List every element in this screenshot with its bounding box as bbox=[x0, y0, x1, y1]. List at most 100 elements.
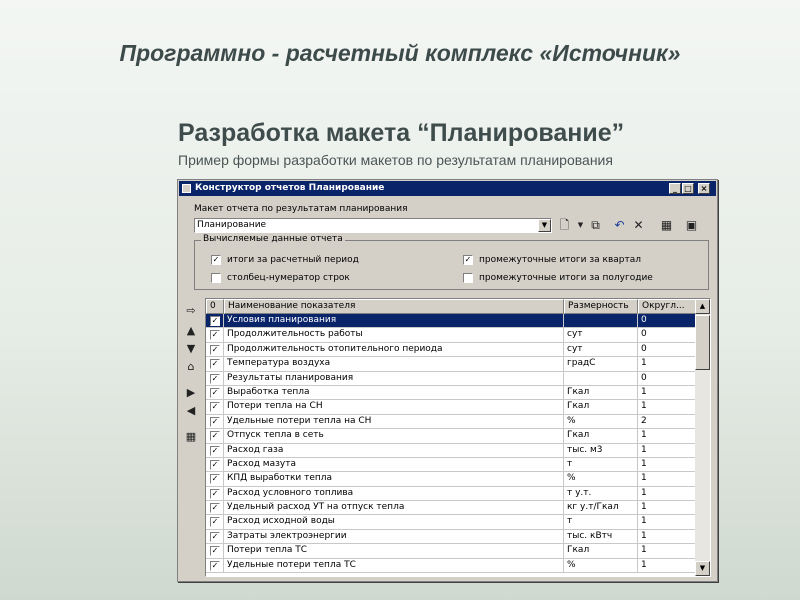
option-label-3: промежуточные итоги за полугодие bbox=[479, 273, 653, 283]
row-checkbox[interactable]: ✓ bbox=[210, 387, 220, 398]
row-check-cell: ✓ bbox=[206, 342, 224, 357]
row-checkbox[interactable]: ✓ bbox=[210, 531, 220, 542]
row-round: 1 bbox=[641, 516, 647, 527]
arrow-left-icon[interactable]: ◀ bbox=[184, 404, 198, 418]
minimize-button[interactable]: _ bbox=[669, 183, 681, 194]
table-row[interactable]: ✓ КПД выработки тепла% 1 bbox=[206, 472, 696, 487]
table-row[interactable]: ✓ Расход газа тыс. м3 1 bbox=[206, 443, 696, 458]
copy-icon[interactable]: ⧉ bbox=[587, 217, 604, 234]
table-row[interactable]: ✓ Потери тепла ТС Гкал 1 bbox=[206, 544, 696, 559]
table-row[interactable]: ✓ Результаты планирования 0 bbox=[206, 371, 696, 386]
row-checkbox[interactable]: ✓ bbox=[210, 402, 220, 413]
column-header-round[interactable]: Округл... bbox=[638, 299, 696, 314]
close-button[interactable]: × bbox=[698, 183, 710, 194]
row-unit: Гкал bbox=[564, 400, 638, 415]
option-label-1: столбец-нумератор строк bbox=[227, 273, 350, 283]
row-check-cell: ✓ bbox=[206, 486, 224, 501]
arrow-down-icon[interactable]: ▼ bbox=[184, 342, 198, 356]
row-checkbox[interactable]: ✓ bbox=[210, 344, 220, 355]
table-row[interactable]: ✓ Потери тепла на СН Гкал 1 bbox=[206, 400, 696, 415]
row-round: 0 bbox=[641, 315, 647, 325]
row-checkbox[interactable]: ✓ bbox=[210, 503, 220, 514]
table-row[interactable]: ✓ Отпуск тепла в сеть Гкал 1 bbox=[206, 429, 696, 444]
new-doc-icon[interactable]: 🗋 bbox=[556, 217, 573, 234]
maximize-button[interactable]: □ bbox=[682, 183, 694, 194]
table-row[interactable]: ✓ Расход условного топлива т у.т. 1 bbox=[206, 486, 696, 502]
window-titlebar[interactable]: Конструктор отчетов Планирование _ □ × bbox=[179, 181, 716, 196]
table-row[interactable]: ✓ Расход исходной воды т 1 bbox=[206, 515, 696, 530]
arrow-up-icon[interactable]: ▲ bbox=[184, 324, 198, 338]
table-row[interactable]: ✓ Затраты электроэнергии тыс. кВтч 1 bbox=[206, 529, 696, 545]
layout-label: Макет отчета по результатам планирования bbox=[194, 204, 408, 214]
column-header-unit[interactable]: Размерность bbox=[564, 299, 638, 314]
row-check-cell: ✓ bbox=[206, 544, 224, 559]
row-unit: % bbox=[564, 414, 638, 429]
column-header-name[interactable]: Наименование показателя bbox=[224, 299, 564, 314]
option-checkbox-3[interactable] bbox=[463, 273, 473, 283]
row-round: 0 bbox=[641, 372, 647, 383]
scroll-thumb[interactable] bbox=[695, 315, 710, 370]
row-name: КПД выработки тепла bbox=[224, 472, 564, 487]
row-checkbox[interactable]: ✓ bbox=[210, 560, 220, 571]
option-checkbox-2[interactable]: ✓ bbox=[463, 255, 473, 265]
row-unit: тыс. кВтч bbox=[564, 529, 638, 544]
row-checkbox[interactable]: ✓ bbox=[210, 445, 220, 456]
table-row[interactable]: ✓ Продолжительность отопительного периода… bbox=[206, 342, 696, 358]
vertical-scrollbar[interactable]: ▲ ▼ bbox=[695, 299, 710, 576]
grid-settings-icon[interactable]: ▦ bbox=[184, 430, 198, 444]
home-icon[interactable]: ⌂ bbox=[184, 360, 198, 374]
undo-icon[interactable]: ↶ bbox=[611, 217, 628, 234]
table-row[interactable]: ✓ Удельные потери тепла на СН% 2 bbox=[206, 414, 696, 430]
scroll-up-button[interactable]: ▲ bbox=[695, 299, 710, 314]
row-checkbox[interactable]: ✓ bbox=[210, 330, 220, 341]
table-row[interactable]: ✓ Расход мазута т 1 bbox=[206, 457, 696, 473]
scroll-down-button[interactable]: ▼ bbox=[695, 561, 710, 576]
row-round: 1 bbox=[641, 458, 647, 469]
row-name: Удельные потери тепла ТС bbox=[224, 558, 564, 573]
row-round: 1 bbox=[641, 502, 647, 513]
computed-data-group: Вычисляемые данные отчета ✓ итоги за рас… bbox=[194, 234, 709, 290]
option-label-2: промежуточные итоги за квартал bbox=[479, 255, 641, 265]
option-checkbox-0[interactable]: ✓ bbox=[211, 255, 221, 265]
row-unit: градС bbox=[564, 357, 638, 372]
row-checkbox[interactable]: ✓ bbox=[210, 431, 220, 442]
table-row[interactable]: ✓ Выработка тепла Гкал 1 bbox=[206, 385, 696, 401]
move-right-icon[interactable]: ⇨ bbox=[184, 304, 198, 318]
row-checkbox[interactable]: ✓ bbox=[210, 416, 220, 427]
table-row[interactable]: ✓ Продолжительность работы сут 0 bbox=[206, 328, 696, 343]
row-checkbox[interactable]: ✓ bbox=[210, 459, 220, 470]
row-round: 1 bbox=[641, 358, 647, 369]
table-row[interactable]: ✓ Удельные потери тепла ТС% 1 bbox=[206, 558, 696, 574]
row-round: 1 bbox=[641, 559, 647, 570]
row-checkbox[interactable]: ✓ bbox=[210, 488, 220, 499]
arrow-right-icon[interactable]: ▶ bbox=[184, 386, 198, 400]
delete-icon[interactable]: ✕ bbox=[630, 217, 647, 234]
row-checkbox[interactable]: ✓ bbox=[210, 359, 220, 370]
row-name: Температура воздуха bbox=[224, 357, 564, 372]
slide-caption: Пример формы разработки макетов по резул… bbox=[178, 152, 613, 168]
row-checkbox[interactable]: ✓ bbox=[210, 474, 220, 485]
row-checkbox[interactable]: ✓ bbox=[210, 373, 220, 384]
row-unit bbox=[564, 371, 638, 386]
row-checkbox[interactable]: ✓ bbox=[210, 316, 220, 326]
row-check-cell: ✓ bbox=[206, 371, 224, 386]
row-name: Удельные потери тепла на СН bbox=[224, 414, 564, 429]
table-row[interactable]: ✓ Условия планирования 0 bbox=[206, 314, 696, 329]
table-row[interactable]: ✓ Температура воздуха градС 1 bbox=[206, 357, 696, 372]
row-unit: т bbox=[564, 457, 638, 472]
table-row[interactable]: ✓ Удельный расход УТ на отпуск тепла кг у.… bbox=[206, 501, 696, 516]
window-title: Конструктор отчетов Планирование bbox=[195, 183, 385, 193]
row-round: 0 bbox=[641, 343, 647, 354]
save-icon[interactable]: ▣ bbox=[683, 217, 700, 234]
row-checkbox[interactable]: ✓ bbox=[210, 546, 220, 557]
row-round: 1 bbox=[641, 530, 647, 541]
row-checkbox[interactable]: ✓ bbox=[210, 517, 220, 528]
option-checkbox-1[interactable] bbox=[211, 273, 221, 283]
column-header-check[interactable]: 0 bbox=[206, 299, 224, 314]
grid-icon[interactable]: ▦ bbox=[658, 217, 675, 234]
row-check-cell: ✓ bbox=[206, 529, 224, 544]
layout-select[interactable]: Планирование ▼ bbox=[194, 218, 552, 233]
row-round: 1 bbox=[641, 545, 647, 556]
row-round: 1 bbox=[641, 473, 647, 484]
chevron-down-icon[interactable]: ▼ bbox=[538, 219, 551, 232]
